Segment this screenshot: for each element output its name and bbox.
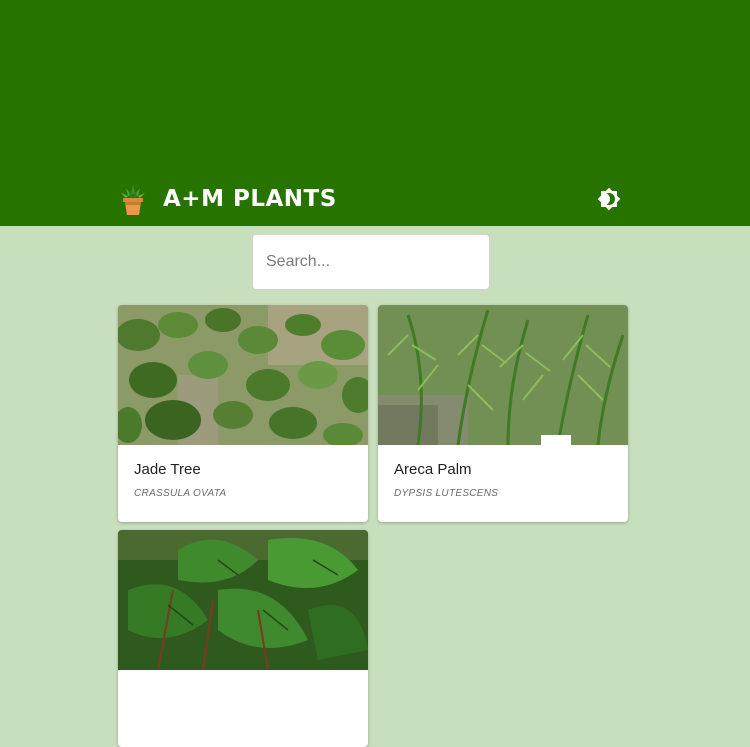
plant-name: Jade Tree — [134, 461, 201, 478]
plant-photo — [118, 530, 368, 670]
plant-scientific-name: DYPSIS LUTESCENS — [394, 488, 499, 499]
brand-name: A+M PLANTS — [163, 186, 337, 212]
app-header: A+M PLANTS — [0, 0, 750, 226]
plant-card-jade-tree[interactable]: Jade Tree CRASSULA OVATA — [118, 305, 368, 522]
plant-photo — [118, 305, 368, 445]
plant-card-split-leaf[interactable] — [118, 530, 368, 747]
plant-scientific-name: CRASSULA OVATA — [134, 488, 227, 499]
brand[interactable]: A+M PLANTS — [117, 180, 337, 218]
plant-name: Areca Palm — [394, 461, 472, 478]
brightness-icon[interactable] — [597, 187, 621, 211]
potted-cactus-icon — [121, 184, 145, 215]
plant-card-areca-palm[interactable]: Areca Palm DYPSIS LUTESCENS — [378, 305, 628, 522]
plant-photo — [378, 305, 628, 445]
search-input[interactable] — [252, 234, 490, 290]
search-container — [252, 234, 490, 290]
